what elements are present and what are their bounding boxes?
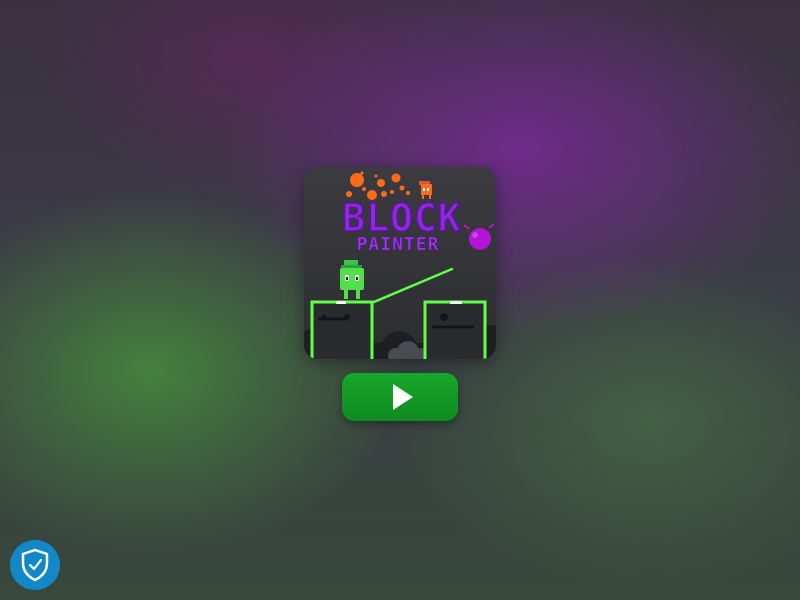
game-artwork: BLOCK PAINTER [304, 171, 496, 359]
aim-line [372, 267, 454, 304]
play-icon [393, 384, 413, 410]
right-platform [423, 300, 487, 359]
play-button[interactable] [342, 373, 458, 421]
shield-check-icon [21, 548, 49, 582]
paint-blob [463, 223, 495, 250]
left-platform [310, 300, 374, 359]
game-title-line2: PAINTER [357, 234, 440, 255]
game-thumbnail[interactable]: BLOCK PAINTER [304, 167, 496, 359]
green-hero [340, 260, 364, 299]
security-badge-button[interactable] [10, 540, 60, 590]
